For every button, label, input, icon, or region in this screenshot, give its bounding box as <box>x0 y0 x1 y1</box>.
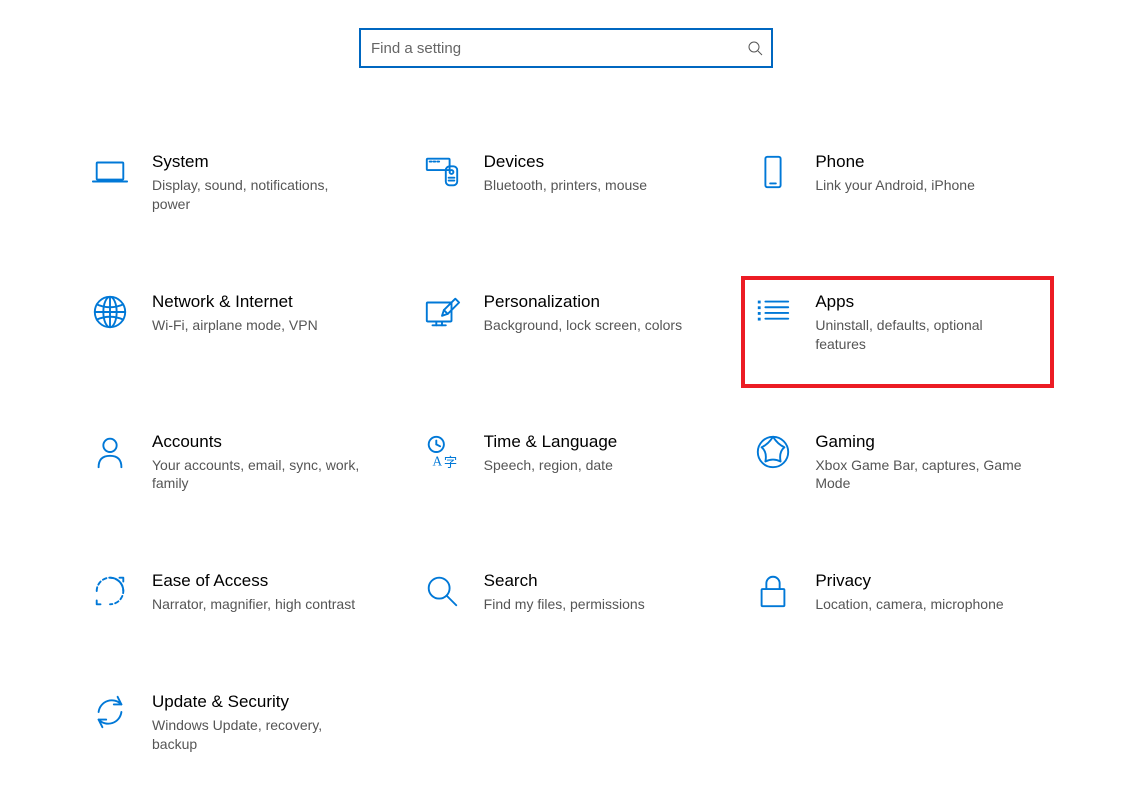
gaming-icon <box>753 432 793 472</box>
tile-text: Search Find my files, permissions <box>484 571 645 614</box>
update-icon <box>90 692 130 732</box>
tile-title: Phone <box>815 152 975 172</box>
laptop-icon <box>90 152 130 192</box>
tile-text: Privacy Location, camera, microphone <box>815 571 1003 614</box>
settings-tile-accounts[interactable]: Accounts Your accounts, email, sync, work… <box>86 428 383 498</box>
tile-text: Devices Bluetooth, printers, mouse <box>484 152 647 195</box>
settings-tile-time-language[interactable]: A字 Time & Language Speech, region, date <box>418 428 715 498</box>
settings-tile-gaming[interactable]: Gaming Xbox Game Bar, captures, Game Mode <box>749 428 1046 498</box>
search-input[interactable] <box>359 28 773 68</box>
settings-tile-personalization[interactable]: Personalization Background, lock screen, … <box>418 288 715 358</box>
tile-description: Find my files, permissions <box>484 595 645 614</box>
tile-text: Personalization Background, lock screen, … <box>484 292 682 335</box>
tile-title: Ease of Access <box>152 571 355 591</box>
tile-description: Xbox Game Bar, captures, Game Mode <box>815 456 1025 494</box>
tile-title: Search <box>484 571 645 591</box>
apps-icon <box>753 292 793 332</box>
settings-tile-system[interactable]: System Display, sound, notifications, pow… <box>86 148 383 218</box>
tile-text: Update & Security Windows Update, recover… <box>152 692 362 754</box>
settings-tile-apps[interactable]: Apps Uninstall, defaults, optional featur… <box>745 280 1050 384</box>
tile-title: Update & Security <box>152 692 362 712</box>
tile-description: Narrator, magnifier, high contrast <box>152 595 355 614</box>
tile-title: Apps <box>815 292 1025 312</box>
tile-title: Personalization <box>484 292 682 312</box>
svg-text:A: A <box>432 453 442 468</box>
svg-text:字: 字 <box>444 455 457 470</box>
tile-description: Windows Update, recovery, backup <box>152 716 362 754</box>
tile-description: Link your Android, iPhone <box>815 176 975 195</box>
tile-title: Gaming <box>815 432 1025 452</box>
personalization-icon <box>422 292 462 332</box>
tile-text: Phone Link your Android, iPhone <box>815 152 975 195</box>
time-language-icon: A字 <box>422 432 462 472</box>
tile-text: Ease of Access Narrator, magnifier, high … <box>152 571 355 614</box>
tile-text: Accounts Your accounts, email, sync, work… <box>152 432 362 494</box>
tile-description: Background, lock screen, colors <box>484 316 682 335</box>
tile-description: Your accounts, email, sync, work, family <box>152 456 362 494</box>
tile-text: System Display, sound, notifications, pow… <box>152 152 362 214</box>
person-icon <box>90 432 130 472</box>
tile-text: Network & Internet Wi-Fi, airplane mode, … <box>152 292 318 335</box>
search-icon[interactable] <box>745 38 765 58</box>
tile-title: Privacy <box>815 571 1003 591</box>
tile-title: Accounts <box>152 432 362 452</box>
globe-icon <box>90 292 130 332</box>
tile-text: Apps Uninstall, defaults, optional featur… <box>815 292 1025 354</box>
tile-title: Devices <box>484 152 647 172</box>
settings-tile-search[interactable]: Search Find my files, permissions <box>418 567 715 618</box>
tile-title: System <box>152 152 362 172</box>
tile-description: Display, sound, notifications, power <box>152 176 362 214</box>
tile-description: Location, camera, microphone <box>815 595 1003 614</box>
tile-description: Uninstall, defaults, optional features <box>815 316 1025 354</box>
settings-tile-network-internet[interactable]: Network & Internet Wi-Fi, airplane mode, … <box>86 288 383 358</box>
settings-tile-privacy[interactable]: Privacy Location, camera, microphone <box>749 567 1046 618</box>
settings-grid: System Display, sound, notifications, pow… <box>86 148 1046 758</box>
settings-tile-update-security[interactable]: Update & Security Windows Update, recover… <box>86 688 383 758</box>
tile-description: Speech, region, date <box>484 456 618 475</box>
ease-of-access-icon <box>90 571 130 611</box>
settings-tile-phone[interactable]: Phone Link your Android, iPhone <box>749 148 1046 218</box>
tile-title: Time & Language <box>484 432 618 452</box>
phone-icon <box>753 152 793 192</box>
tile-title: Network & Internet <box>152 292 318 312</box>
tile-description: Wi-Fi, airplane mode, VPN <box>152 316 318 335</box>
search-container <box>359 28 773 68</box>
tile-text: Gaming Xbox Game Bar, captures, Game Mode <box>815 432 1025 494</box>
settings-tile-ease-of-access[interactable]: Ease of Access Narrator, magnifier, high … <box>86 567 383 618</box>
devices-icon <box>422 152 462 192</box>
tile-text: Time & Language Speech, region, date <box>484 432 618 475</box>
search-icon <box>422 571 462 611</box>
tile-description: Bluetooth, printers, mouse <box>484 176 647 195</box>
settings-tile-devices[interactable]: Devices Bluetooth, printers, mouse <box>418 148 715 218</box>
lock-icon <box>753 571 793 611</box>
